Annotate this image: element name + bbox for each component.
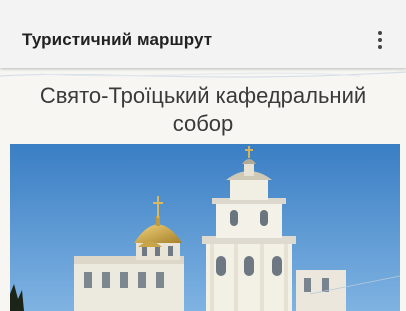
more-options-button[interactable] xyxy=(368,25,392,55)
toolbar-title: Туристичний маршрут xyxy=(22,30,213,49)
content-area: Свято-Троїцький кафедральний собор xyxy=(0,68,406,311)
page-title: Свято-Троїцький кафедральний собор xyxy=(39,83,367,136)
app-toolbar: Туристичний маршрут xyxy=(0,0,406,68)
app-screen: Туристичний маршрут Свято-Троїцький кафе… xyxy=(0,0,406,311)
cathedral-photo[interactable] xyxy=(10,144,400,311)
more-vert-icon xyxy=(378,31,382,35)
